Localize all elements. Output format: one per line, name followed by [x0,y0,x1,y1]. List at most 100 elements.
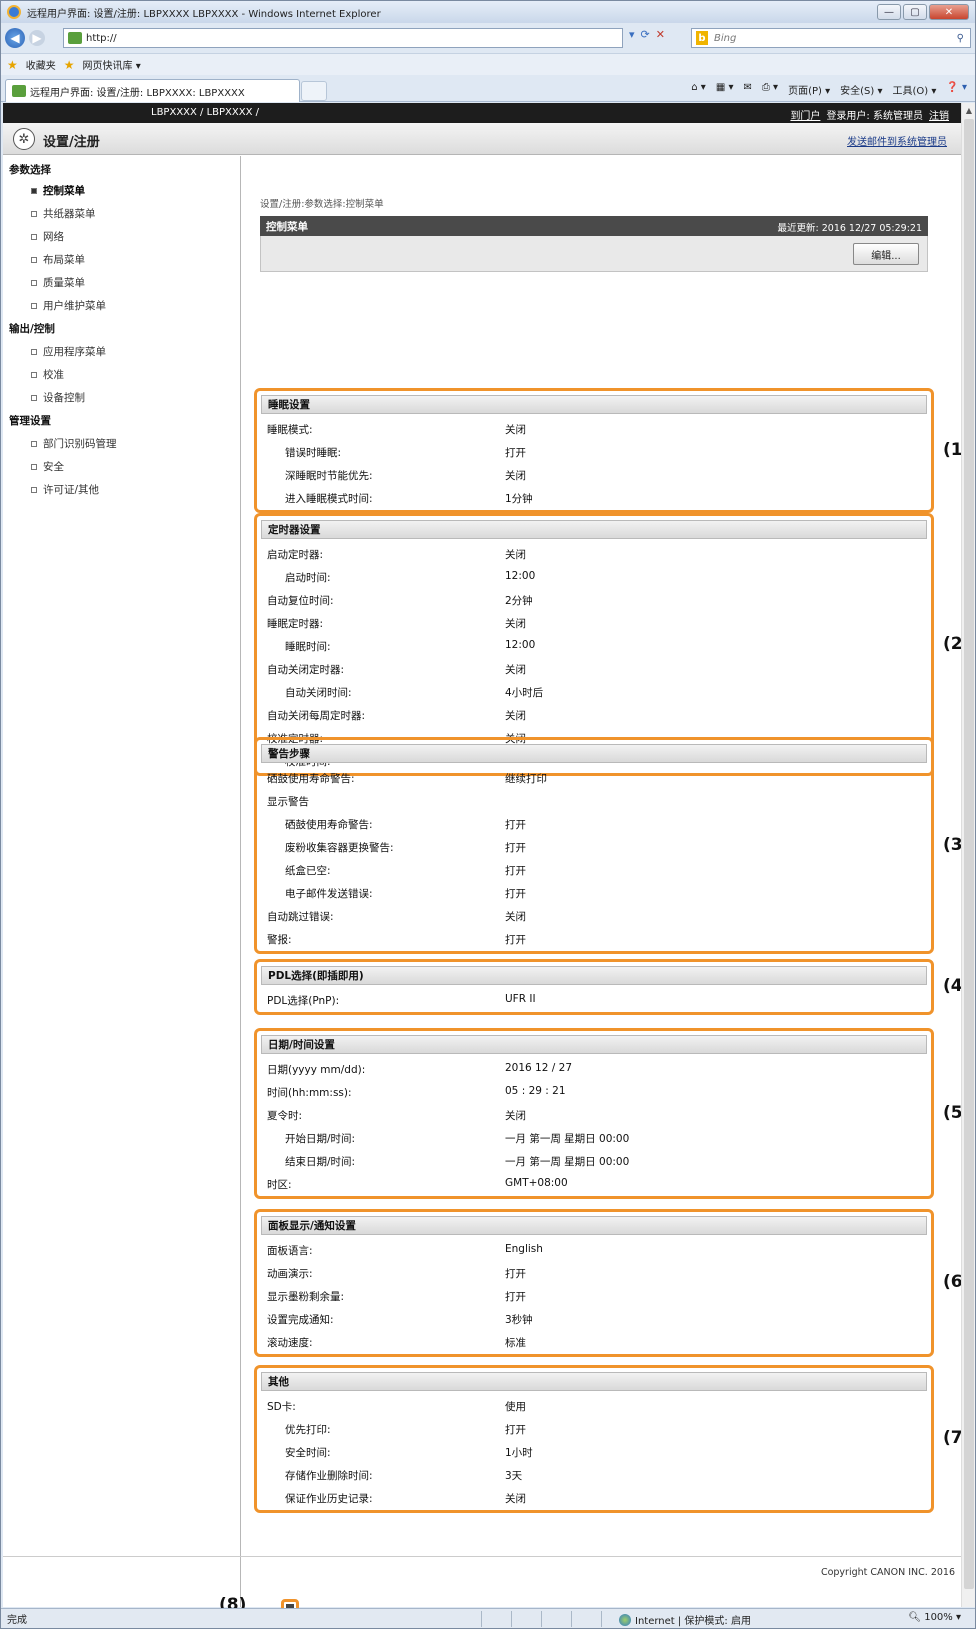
sidebar-item-label: 校准 [43,369,64,381]
setting-label: 硒鼓使用寿命警告: [285,819,373,831]
setting-label: 面板语言: [267,1245,313,1257]
sidebar-item-quality-menu[interactable]: 质量菜单 [31,275,85,290]
setting-value: 打开 [505,934,526,946]
add-favorite-icon[interactable]: ★ [64,58,75,72]
setting-label: 电子邮件发送错误: [285,888,373,900]
setting-label: 进入睡眠模式时间: [285,493,373,505]
setting-value: 1小时 [505,1447,533,1459]
print-icon[interactable]: ⎙ ▾ [762,82,778,97]
new-tab-button[interactable] [301,81,327,101]
setting-value: 关闭 [505,549,526,561]
close-button[interactable]: ✕ [929,4,969,20]
sidebar-item-network[interactable]: 网络 [31,229,64,244]
setting-label: 结束日期/时间: [285,1156,356,1168]
setting-value: 标准 [505,1337,526,1349]
sidebar-item-control-menu[interactable]: 控制菜单 [31,183,85,198]
breadcrumb: 设置/注册:参数选择:控制菜单 [260,199,384,210]
minimize-button[interactable]: — [877,4,901,20]
setting-label: 启动时间: [285,572,331,584]
bullet-icon [31,394,37,401]
settings-section: 其他 SD卡: 使用 优先打印: 打开 安全时间: 1小时 存储作业删除时间: 3天 保证作业历史… [254,1365,934,1513]
help-icon[interactable]: ❓ ▾ [946,82,967,97]
tab-bar: 远程用户界面: 设置/注册: LBPXXXX: LBPXXXX ⌂ ▾ ▦ ▾ … [1,76,975,102]
setting-label: 废粉收集容器更换警告: [285,842,394,854]
setting-value: English [505,1243,543,1255]
mail-admin-link[interactable]: 发送邮件到系统管理员 [847,133,947,148]
maximize-button[interactable]: ▢ [903,4,927,20]
sidebar-item-security[interactable]: 安全 [31,459,64,474]
favorites-button[interactable]: 收藏夹 [26,57,56,72]
setting-value: 1分钟 [505,493,533,505]
sidebar-item-label: 共纸器菜单 [43,208,96,220]
back-button[interactable]: ◀ [5,28,25,48]
sidebar-item-label: 设备控制 [43,392,85,404]
setting-row: 自动关闭每周定时器: 关闭 [257,704,923,726]
setting-label: 睡眠时间: [285,641,331,653]
section-header: 日期/时间设置 [261,1035,927,1054]
setting-label: 优先打印: [285,1424,331,1436]
setting-label: 自动跳过错误: [267,911,334,923]
status-text: 完成 [7,1615,27,1626]
section-header: 其他 [261,1372,927,1391]
setting-value: 打开 [505,447,526,459]
mail-icon[interactable]: ✉ [743,82,751,97]
setting-value: 打开 [505,888,526,900]
zoom-level[interactable]: 🔍︎ 100% ▾ [908,1612,961,1623]
sidebar-item-calibration[interactable]: 校准 [31,367,64,382]
sidebar-item-device-control[interactable]: 设备控制 [31,390,85,405]
tab-remote-ui[interactable]: 远程用户界面: 设置/注册: LBPXXXX: LBPXXXX [5,79,300,102]
setting-value: 打开 [505,865,526,877]
search-icon[interactable]: ⚲ [957,33,964,44]
edit-button[interactable]: 编辑... [853,243,919,265]
setting-value: 3秒钟 [505,1314,533,1326]
security-zone[interactable]: Internet | 保护模式: 启用 [619,1612,751,1627]
setting-label: 显示墨粉剩余量: [267,1291,345,1303]
setting-row: 睡眠定时器: 关闭 [257,612,923,634]
setting-value: 关闭 [505,664,526,676]
setting-row: 自动关闭时间: 4小时后 [257,681,923,703]
setting-label: 日期(yyyy mm/dd): [267,1064,366,1076]
refresh-icon[interactable]: ⟳ [641,28,650,41]
portal-link[interactable]: 到门户 [790,107,820,122]
setting-label: 动画演示: [267,1268,313,1280]
setting-value: 打开 [505,1291,526,1303]
bullet-icon [31,210,37,217]
setting-label: 睡眠定时器: [267,618,324,630]
device-band: LBPXXXX / LBPXXXX / 到门户 登录用户: 系统管理员 注销 [3,103,961,123]
sidebar-item-label: 应用程序菜单 [43,346,106,358]
scroll-thumb[interactable] [964,119,974,1589]
page-favicon-icon [68,32,82,44]
setting-row: 保证作业历史记录: 关闭 [257,1487,923,1509]
setting-value: 使用 [505,1401,526,1413]
quick-links-button[interactable]: 网页快讯库 ▾ [83,57,141,72]
stop-icon[interactable]: ✕ [656,28,665,41]
feeds-icon[interactable]: ▦ ▾ [716,82,734,97]
vertical-scrollbar[interactable]: ▲ [961,103,975,1607]
sidebar-item-license-other[interactable]: 许可证/其他 [31,482,99,497]
status-divider [541,1611,542,1627]
sidebar-item-layout-menu[interactable]: 布局菜单 [31,252,85,267]
favorites-bar: ★ 收藏夹 ★ 网页快讯库 ▾ [1,53,975,75]
setting-row: 错误时睡眠: 打开 [257,441,923,463]
sidebar-item-paper-feeder-menu[interactable]: 共纸器菜单 [31,206,96,221]
bing-logo-icon: b [696,31,708,45]
sidebar-item-application-menu[interactable]: 应用程序菜单 [31,344,106,359]
cmd-tools[interactable]: 工具(O) ▾ [892,82,936,97]
url-dropdown-icon[interactable]: ▾ [629,28,635,41]
scroll-up-icon[interactable]: ▲ [962,103,976,117]
logout-link[interactable]: 注销 [929,107,949,122]
setting-label: 时区: [267,1179,292,1191]
settings-section: 睡眠设置 睡眠模式: 关闭 错误时睡眠: 打开 深睡眠时节能优先: 关闭 进入睡眠模式时间: 1… [254,388,934,513]
ie-logo-icon [7,5,21,19]
sidebar-item-department-id[interactable]: 部门识别码管理 [31,436,117,451]
cmd-page[interactable]: 页面(P) ▾ [788,82,830,97]
forward-button[interactable]: ▶ [29,30,45,46]
setting-row: SD卡: 使用 [257,1395,923,1417]
sidebar-item-user-maintenance-menu[interactable]: 用户维护菜单 [31,298,106,313]
search-input[interactable]: b Bing ⚲ [691,28,971,48]
cmd-safety[interactable]: 安全(S) ▾ [840,82,882,97]
url-input[interactable]: http:// [63,28,623,48]
setting-value: 关闭 [505,1493,526,1505]
home-icon[interactable]: ⌂ ▾ [691,82,706,97]
setting-value: 2016 12 / 27 [505,1062,572,1074]
